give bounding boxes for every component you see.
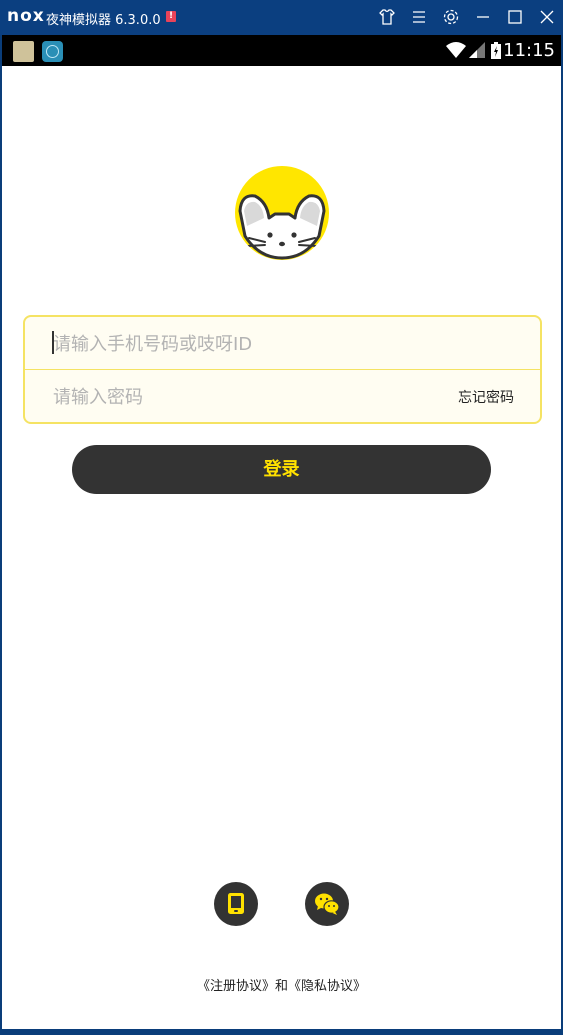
window-title: 夜神模拟器 6.3.0.0 — [46, 13, 161, 28]
battery-icon — [490, 41, 502, 64]
alert-badge[interactable]: ! — [166, 11, 176, 22]
agreement-line: 《注册协议》和《隐私协议》 — [2, 975, 561, 994]
signal-icon — [468, 41, 486, 63]
maximize-icon[interactable] — [505, 7, 525, 27]
notification-app-icon-2 — [42, 41, 63, 62]
menu-icon[interactable] — [409, 7, 429, 27]
wechat-icon — [315, 893, 340, 915]
android-statusbar: 11:15 — [2, 35, 561, 66]
notification-app-icon — [13, 41, 34, 62]
wifi-icon — [445, 41, 467, 63]
privacy-agreement-link[interactable]: 《隐私协议》 — [288, 979, 366, 994]
account-field-row — [25, 317, 540, 369]
clock: 11:15 — [503, 40, 555, 61]
password-input[interactable] — [51, 378, 435, 416]
mouse-avatar-icon — [235, 166, 329, 260]
settings-icon[interactable] — [441, 7, 461, 27]
login-form: 忘记密码 — [23, 315, 542, 424]
login-screen: 忘记密码 登录 《注册协议》和《隐私协议》 — [2, 66, 561, 1029]
wechat-login-button[interactable] — [305, 882, 349, 926]
forgot-password-link[interactable]: 忘记密码 — [458, 387, 514, 407]
close-icon[interactable] — [537, 7, 557, 27]
emulator-titlebar: nox 夜神模拟器 6.3.0.0 ! — [0, 0, 563, 35]
minimize-icon[interactable] — [473, 7, 493, 27]
login-button[interactable]: 登录 — [72, 445, 491, 494]
password-field-row: 忘记密码 — [25, 370, 540, 422]
text-cursor — [52, 331, 54, 354]
tablet-icon — [228, 893, 244, 914]
register-agreement-link[interactable]: 《注册协议》 — [197, 979, 275, 994]
account-input[interactable] — [51, 325, 435, 363]
phone-login-button[interactable] — [214, 882, 258, 926]
window-bottom-border — [0, 1029, 563, 1035]
nox-logo: nox — [7, 6, 45, 26]
agreement-joiner: 和 — [274, 979, 288, 994]
skin-icon[interactable] — [377, 7, 397, 27]
